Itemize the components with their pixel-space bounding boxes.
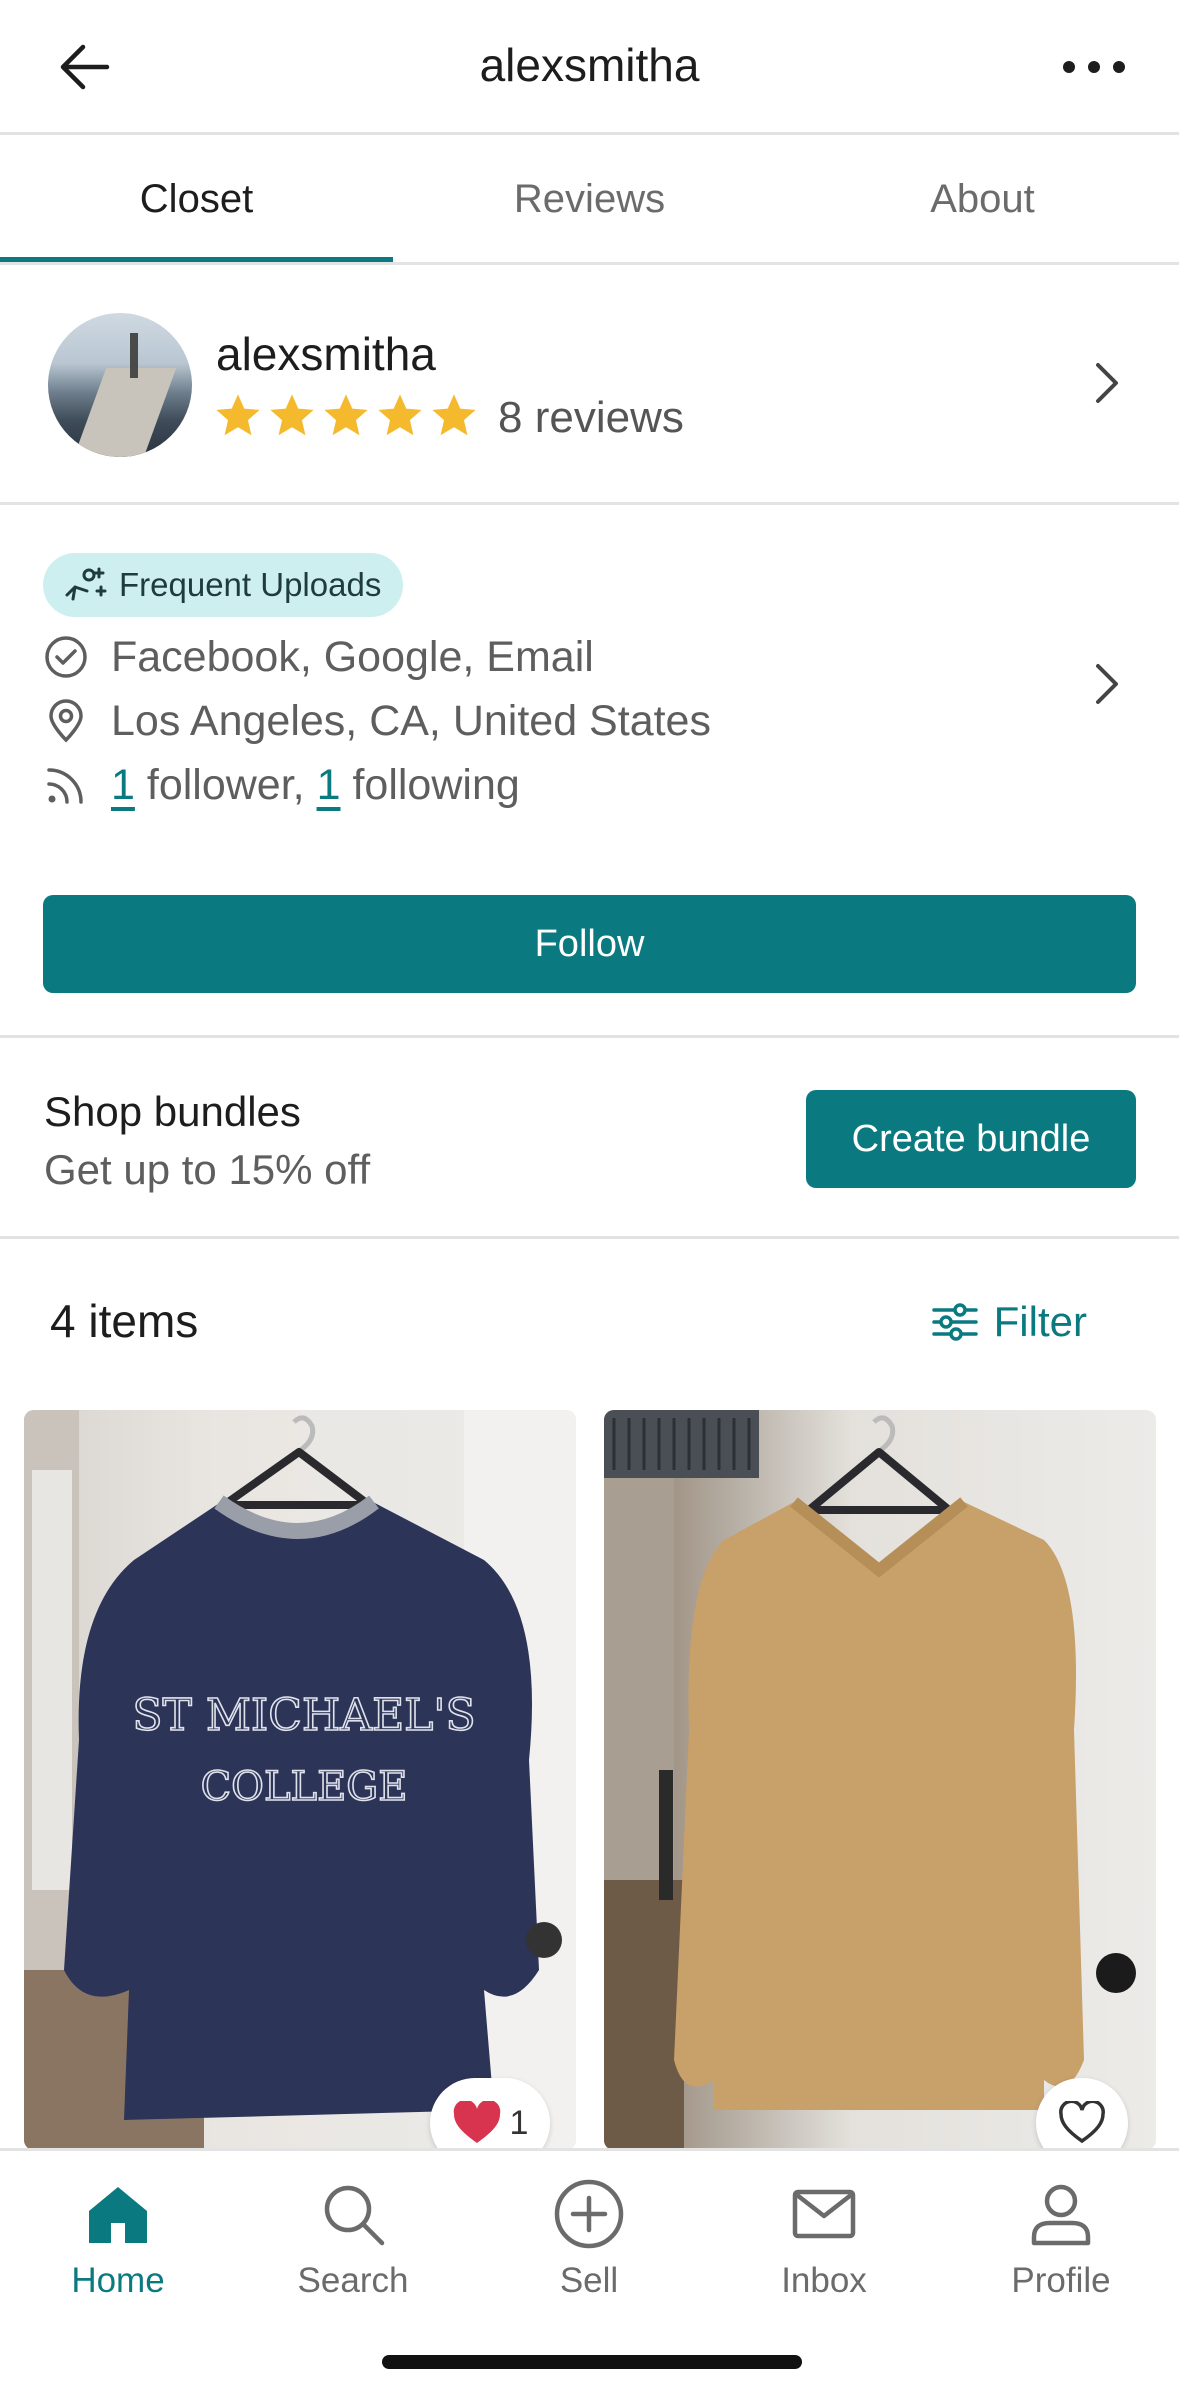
- more-button[interactable]: [1049, 32, 1139, 102]
- star-icon: [270, 394, 314, 436]
- nav-inbox[interactable]: Inbox: [724, 2169, 924, 2301]
- home-icon: [18, 2169, 218, 2259]
- frequent-uploads-badge: Frequent Uploads: [43, 553, 404, 617]
- rating-stars: [212, 390, 480, 442]
- tab-reviews[interactable]: Reviews: [393, 135, 786, 263]
- reviews-count: 8 reviews: [498, 393, 684, 442]
- top-bar: alexsmitha: [0, 0, 1179, 133]
- star-icon: [432, 394, 476, 436]
- heart-outline-icon: [1059, 2101, 1105, 2144]
- tab-about[interactable]: About: [786, 135, 1179, 263]
- like-count: 1: [509, 2103, 529, 2142]
- following-label: following: [352, 760, 520, 809]
- followers-row: 1 follower, 1 following: [43, 757, 520, 813]
- item-photo-sweatshirt: ST MICHAEL'S COLLEGE: [24, 1410, 576, 2150]
- mail-icon: [724, 2169, 924, 2259]
- item-card[interactable]: ST MICHAEL'S COLLEGE 1: [24, 1410, 576, 2150]
- sparkle-upload-icon: [65, 567, 107, 601]
- user-icon: [961, 2169, 1161, 2259]
- shop-bundles-section: Shop bundles Get up to 15% off Create bu…: [0, 1038, 1179, 1236]
- tab-closet[interactable]: Closet: [0, 135, 393, 263]
- item-card[interactable]: [604, 1410, 1156, 2150]
- star-icon: [324, 394, 368, 436]
- verified-accounts: Facebook, Google, Email: [111, 632, 594, 681]
- nav-search-label: Search: [297, 2261, 409, 2300]
- seller-info: Frequent Uploads Facebook, Google, Email…: [0, 505, 1179, 1035]
- nav-search[interactable]: Search: [253, 2169, 453, 2301]
- location-row: Los Angeles, CA, United States: [43, 693, 711, 749]
- nav-sell-label: Sell: [559, 2261, 619, 2300]
- nav-home[interactable]: Home: [18, 2169, 218, 2301]
- star-icon: [378, 394, 422, 436]
- create-bundle-button[interactable]: Create bundle: [806, 1090, 1136, 1188]
- filter-sliders-icon: [931, 1303, 978, 1341]
- search-icon: [253, 2169, 453, 2259]
- location-pin-icon: [43, 698, 89, 744]
- filter-label: Filter: [993, 1298, 1087, 1345]
- heart-filled-icon: [453, 2101, 500, 2143]
- items-count: 4 items: [50, 1295, 199, 1347]
- location-text: Los Angeles, CA, United States: [111, 696, 711, 745]
- more-horizontal-icon: [1063, 61, 1125, 73]
- followers-label: follower,: [146, 760, 305, 809]
- item-photo-sweater: [604, 1410, 1136, 2150]
- like-button[interactable]: 1: [430, 2078, 550, 2150]
- bundles-subtitle: Get up to 15% off: [44, 1146, 371, 1193]
- plus-circle-icon: [489, 2169, 689, 2259]
- profile-username: alexsmitha: [216, 328, 436, 380]
- followers-link[interactable]: 1: [111, 761, 135, 809]
- home-indicator: [382, 2355, 802, 2369]
- profile-summary[interactable]: alexsmitha 8 reviews: [0, 265, 1179, 502]
- tab-bar: Closet Reviews About: [0, 135, 1179, 263]
- nav-inbox-label: Inbox: [781, 2261, 867, 2300]
- verified-row: Facebook, Google, Email: [43, 629, 594, 685]
- nav-home-label: Home: [71, 2261, 165, 2300]
- following-link[interactable]: 1: [317, 761, 341, 809]
- rss-feed-icon: [43, 762, 89, 808]
- nav-profile[interactable]: Profile: [961, 2169, 1161, 2301]
- check-circle-icon: [43, 634, 89, 680]
- star-icon: [216, 394, 260, 436]
- page-title: alexsmitha: [479, 39, 700, 91]
- divider: [0, 1236, 1179, 1239]
- nav-profile-label: Profile: [1011, 2261, 1111, 2300]
- filter-button[interactable]: Filter: [931, 1292, 1087, 1352]
- items-header: 4 items Filter: [0, 1240, 1179, 1410]
- chevron-right-icon: [1087, 353, 1127, 413]
- avatar: [48, 313, 192, 457]
- bundles-title: Shop bundles: [44, 1088, 301, 1135]
- follow-button[interactable]: Follow: [43, 895, 1136, 993]
- chevron-right-icon[interactable]: [1087, 654, 1127, 714]
- nav-sell[interactable]: Sell: [489, 2169, 689, 2301]
- badge-label: Frequent Uploads: [119, 566, 382, 603]
- svg-text:ST MICHAEL'S: ST MICHAEL'S: [132, 1690, 475, 1741]
- svg-text:COLLEGE: COLLEGE: [201, 1764, 408, 1810]
